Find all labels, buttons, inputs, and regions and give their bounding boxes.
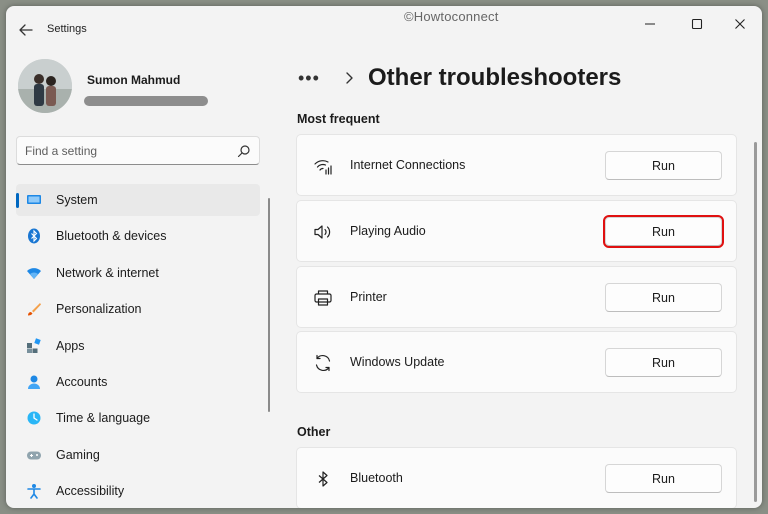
minimize-icon[interactable] <box>638 14 662 34</box>
sidebar-item-label: Network & internet <box>56 265 159 280</box>
run-printer-button[interactable]: Run <box>605 283 722 312</box>
sidebar-item-label: Bluetooth & devices <box>56 229 167 244</box>
search-icon[interactable] <box>237 144 251 158</box>
troubleshooter-label: Printer <box>350 290 387 304</box>
sidebar-item-apps[interactable]: Apps <box>16 330 260 362</box>
brush-icon <box>26 301 42 317</box>
troubleshooter-printer: Printer Run <box>296 266 737 328</box>
sidebar-item-accessibility[interactable]: Accessibility <box>16 475 260 507</box>
section-title-most-frequent: Most frequent <box>297 112 380 126</box>
more-breadcrumbs-button[interactable]: ••• <box>298 68 328 89</box>
title-bar: Settings ©Howtoconnect <box>6 6 762 50</box>
bluetooth-icon <box>26 228 42 244</box>
troubleshooter-label: Windows Update <box>350 355 445 369</box>
sidebar-item-label: Accounts <box>56 374 108 389</box>
system-icon <box>26 192 42 208</box>
sidebar-scrollbar[interactable] <box>268 198 270 412</box>
sidebar-item-network[interactable]: Network & internet <box>16 257 260 289</box>
troubleshooter-bluetooth: Bluetooth Run <box>296 447 737 508</box>
sidebar-item-label: Personalization <box>56 302 142 317</box>
printer-icon <box>313 288 333 308</box>
sidebar-item-label: System <box>56 193 98 207</box>
troubleshooter-internet-connections: Internet Connections Run <box>296 134 737 196</box>
sidebar-item-label: Apps <box>56 338 85 353</box>
troubleshooter-playing-audio: Playing Audio Run <box>296 200 737 262</box>
sidebar-item-bluetooth[interactable]: Bluetooth & devices <box>16 220 260 252</box>
speaker-icon <box>313 222 333 242</box>
wifi-icon <box>26 265 42 281</box>
clock-globe-icon <box>26 410 42 426</box>
sidebar-item-label: Time & language <box>56 411 151 426</box>
chevron-right-icon <box>342 71 356 85</box>
settings-window: Settings ©Howtoconnect Sumon Mahmud Find… <box>6 6 762 508</box>
page-title: Other troubleshooters <box>368 64 622 91</box>
watermark-text: ©Howtoconnect <box>404 9 499 24</box>
troubleshooter-label: Internet Connections <box>350 158 466 172</box>
gamepad-icon <box>26 447 42 463</box>
content-scrollbar[interactable] <box>754 142 757 502</box>
sidebar-item-label: Accessibility <box>56 484 125 499</box>
person-icon <box>26 374 42 390</box>
redacted-email <box>84 96 208 106</box>
run-internet-connections-button[interactable]: Run <box>605 151 722 180</box>
app-title: Settings <box>47 23 87 35</box>
avatar <box>18 59 72 113</box>
bluetooth-icon <box>313 469 333 489</box>
sidebar-nav: System Bluetooth & devices Network & int… <box>16 184 260 508</box>
user-name: Sumon Mahmud <box>87 73 181 87</box>
apps-icon <box>26 337 42 354</box>
troubleshooter-label: Playing Audio <box>350 224 426 238</box>
sidebar-item-label: Gaming <box>56 447 100 462</box>
wifi-signal-icon <box>313 156 333 176</box>
search-box[interactable] <box>16 136 260 165</box>
run-windows-update-button[interactable]: Run <box>605 348 722 377</box>
run-playing-audio-button[interactable]: Run <box>603 215 724 248</box>
sidebar-item-accounts[interactable]: Accounts <box>16 366 260 398</box>
troubleshooter-label: Bluetooth <box>350 471 403 485</box>
sidebar-item-gaming[interactable]: Gaming <box>16 439 260 471</box>
troubleshooter-windows-update: Windows Update Run <box>296 331 737 393</box>
sidebar-item-time-language[interactable]: Time & language <box>16 402 260 434</box>
back-arrow-icon[interactable] <box>16 20 36 40</box>
run-bluetooth-button[interactable]: Run <box>605 464 722 493</box>
sidebar-item-system[interactable]: System <box>16 184 260 216</box>
close-icon[interactable] <box>728 14 752 34</box>
accessibility-icon <box>26 483 42 499</box>
sync-icon <box>313 353 333 373</box>
section-title-other: Other <box>297 425 331 439</box>
breadcrumb: ••• Other troubleshooters <box>298 60 621 96</box>
maximize-icon[interactable] <box>685 14 709 34</box>
search-input[interactable] <box>25 142 225 160</box>
sidebar-item-personalization[interactable]: Personalization <box>16 293 260 325</box>
